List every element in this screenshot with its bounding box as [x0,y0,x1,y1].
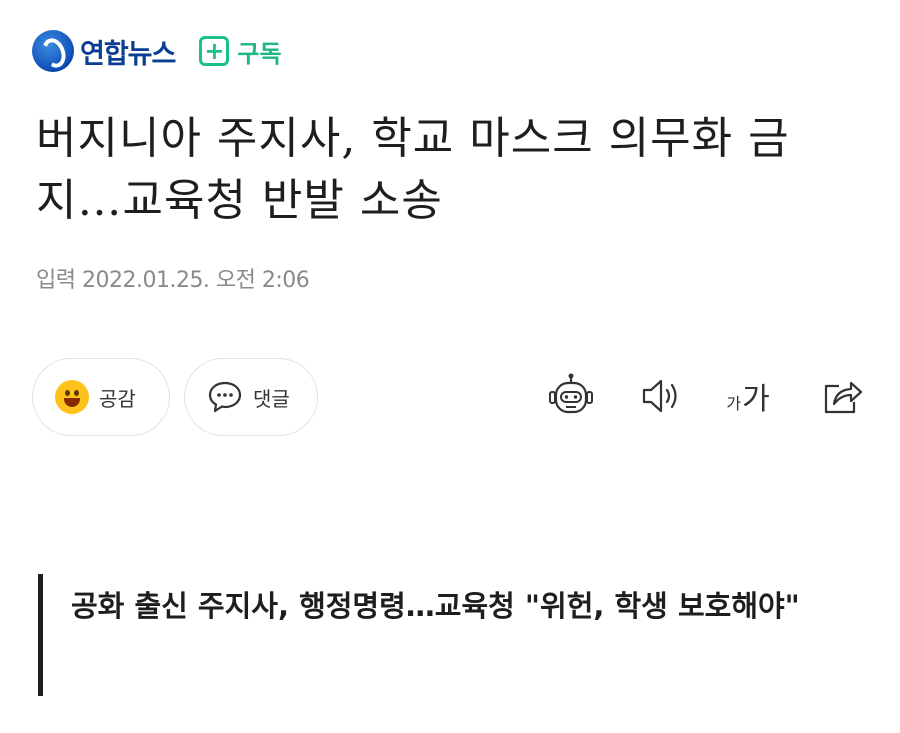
like-button[interactable]: 공감 [32,358,170,436]
plus-icon: + [199,36,230,66]
speech-bubble-icon [208,381,242,413]
summary-bot-button[interactable] [545,370,597,422]
publish-date: 입력 2022.01.25. 오전 2:06 [36,268,310,293]
comment-button[interactable]: 댓글 [184,358,318,436]
robot-icon [549,373,593,414]
font-size-button[interactable]: 가가 [722,370,774,422]
yonhap-logo[interactable]: 연합뉴스 [32,30,176,72]
font-big-glyph: 가 [742,382,770,417]
share-button[interactable] [816,370,868,422]
comment-label: 댓글 [253,386,290,411]
subscribe-label: 구독 [237,39,282,68]
article-title: 버지니아 주지사, 학교 마스크 의무화 금지…교육청 반발 소송 [36,113,790,226]
article-subheadline: 공화 출신 주지사, 행정명령…교육청 "위헌, 학생 보호해야" [38,574,838,696]
header: 연합뉴스 + 구독 [32,26,282,76]
smile-emoji-icon [55,380,89,414]
logo-icon [32,30,74,72]
font-size-icon: 가가 [726,374,769,418]
font-small-glyph: 가 [726,394,742,413]
subscribe-button[interactable]: + 구독 [199,34,282,69]
speaker-icon [642,379,677,413]
like-label: 공감 [99,386,136,411]
logo-text: 연합뉴스 [80,38,176,70]
text-to-speech-button[interactable] [634,370,686,422]
share-icon [824,381,863,414]
